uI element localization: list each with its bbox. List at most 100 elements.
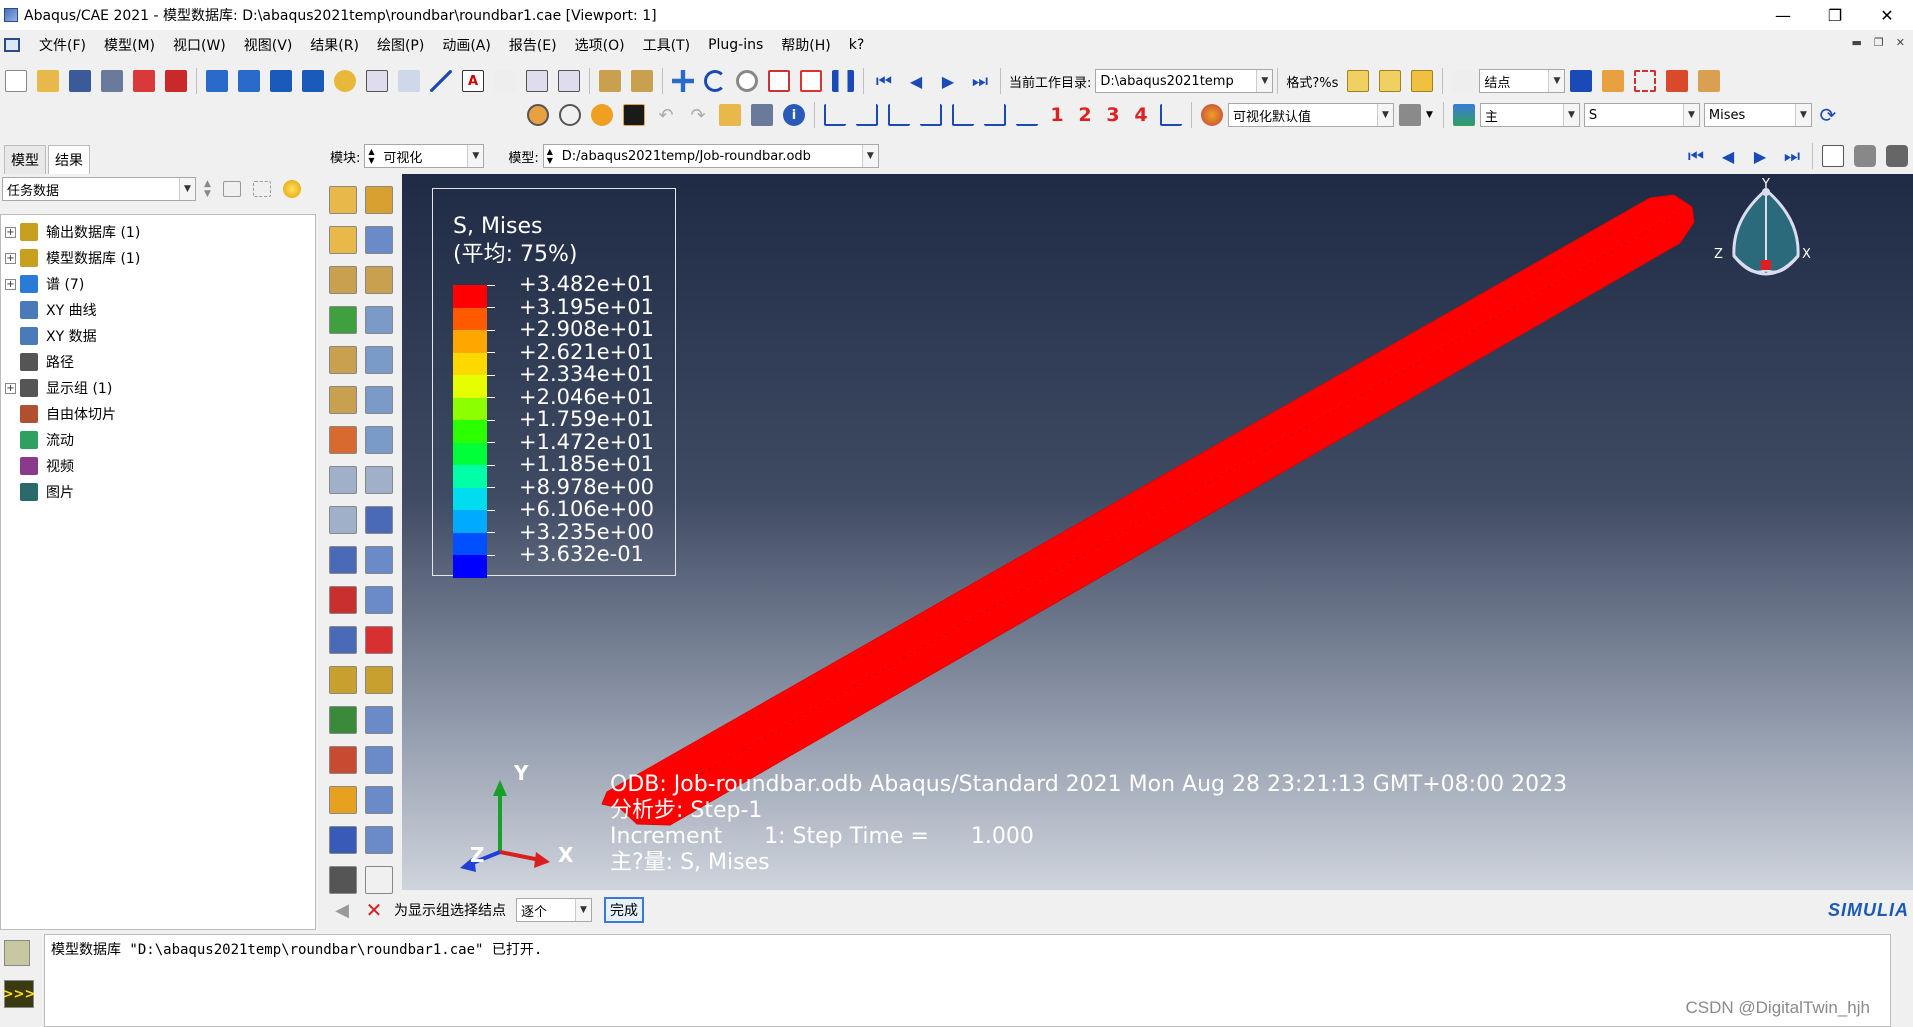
view-zx-button[interactable] <box>949 101 977 129</box>
up-down-arrows-icon[interactable]: ▲ ▼ <box>204 179 211 199</box>
odb-update-button[interactable] <box>162 67 190 95</box>
spinner-icon[interactable]: ▲ ▼ <box>368 147 374 165</box>
toolbox-tool-icon[interactable] <box>329 346 357 374</box>
viewport[interactable]: S, Mises (平均: 75%) +3.482e+01 +3.195e+01 +… <box>402 174 1913 890</box>
view-2-button[interactable]: 2 <box>1071 104 1099 126</box>
tree-item[interactable]: + 模型数据库 (1) <box>1 245 315 271</box>
toolbox-tool-icon[interactable] <box>365 266 393 294</box>
field-output-button[interactable] <box>1450 101 1478 129</box>
toolbox-tool-icon[interactable] <box>365 586 393 614</box>
cube-view-1-button[interactable] <box>1344 67 1372 95</box>
toolbox-tool-icon[interactable] <box>365 506 393 534</box>
viewport-cascade-button[interactable] <box>235 67 263 95</box>
select-boxes-button[interactable] <box>1599 67 1627 95</box>
chevron-down-icon[interactable]: ▼ <box>1548 70 1565 92</box>
toolbox-tool-icon[interactable] <box>329 746 357 774</box>
view-zy-button[interactable] <box>917 101 945 129</box>
tree-item[interactable]: XY 曲线 <box>1 297 315 323</box>
chevron-down-icon[interactable]: ▼ <box>1682 104 1699 126</box>
tree-item[interactable]: 路径 <box>1 349 315 375</box>
measure-button[interactable] <box>628 67 656 95</box>
variable-combo[interactable]: S ▼ <box>1583 103 1700 127</box>
view-1-button[interactable]: 1 <box>1043 104 1071 126</box>
select-box-button[interactable] <box>1695 67 1723 95</box>
view-xz-button[interactable] <box>981 101 1009 129</box>
boolean-union-button[interactable] <box>524 101 552 129</box>
camera-button[interactable] <box>1851 142 1879 170</box>
toolbox-tool-icon[interactable] <box>365 346 393 374</box>
tree-item[interactable]: XY 数据 <box>1 323 315 349</box>
anim-first-button[interactable]: ⏮ <box>1682 142 1710 170</box>
toolbox-tool-icon[interactable] <box>329 866 357 894</box>
new-file-button[interactable] <box>2 67 30 95</box>
toolbox-tool-icon[interactable] <box>329 586 357 614</box>
done-button[interactable]: 完成 <box>604 897 644 923</box>
menu-view[interactable]: 视图(V) <box>235 35 302 55</box>
chevron-down-icon[interactable]: ▼ <box>1377 104 1393 126</box>
viewport-link-button[interactable] <box>331 67 359 95</box>
toolbox-tool-icon[interactable] <box>329 506 357 534</box>
toolbox-tool-icon[interactable] <box>329 626 357 654</box>
toolbox-tool-icon[interactable] <box>329 786 357 814</box>
message-area[interactable]: 模型数据库 "D:\abaqus2021temp\roundbar\roundb… <box>44 934 1891 1027</box>
chevron-down-icon[interactable]: ▼ <box>179 178 195 200</box>
arrow-annotation-button[interactable] <box>395 67 423 95</box>
menu-tools[interactable]: 工具(T) <box>634 35 699 55</box>
viewport-tile-v-button[interactable] <box>299 67 327 95</box>
sync-button[interactable] <box>1819 142 1847 170</box>
zoom-button[interactable] <box>733 67 761 95</box>
toolbox-tool-icon[interactable] <box>329 546 357 574</box>
tool-button[interactable] <box>620 101 648 129</box>
toolbox-tool-icon[interactable] <box>365 306 393 334</box>
redo-button[interactable]: ↷ <box>684 101 712 129</box>
save-button[interactable] <box>66 67 94 95</box>
lightbulb-icon[interactable] <box>282 180 301 198</box>
chevron-down-icon[interactable]: ▼ <box>861 145 878 167</box>
select-mesh-button[interactable] <box>1663 67 1691 95</box>
last-frame-button[interactable]: ⏭ <box>966 67 994 95</box>
boolean-intersect-button[interactable] <box>556 101 584 129</box>
workdir-combo[interactable]: D:\abaqus2021temp ▼ <box>1095 69 1274 93</box>
expand-plus-icon[interactable]: + <box>5 278 16 290</box>
box-zoom-button[interactable] <box>765 67 793 95</box>
cube-view-3-button[interactable] <box>1408 67 1436 95</box>
task-data-combo[interactable]: 任务数据 ▼ <box>2 177 196 201</box>
chevron-down-icon[interactable]: ▼ <box>1426 110 1433 120</box>
toolbox-tool-icon[interactable] <box>329 706 357 734</box>
replace-button[interactable] <box>588 101 616 129</box>
viewport-tile-1-button[interactable] <box>203 67 231 95</box>
open-file-button[interactable] <box>34 67 62 95</box>
toolbox-tool-icon[interactable] <box>329 186 357 214</box>
tab-model[interactable]: 模型 <box>4 145 46 174</box>
undo-button[interactable]: ↶ <box>652 101 680 129</box>
invariant-combo[interactable]: Mises ▼ <box>1703 103 1812 127</box>
menu-animate[interactable]: 动画(A) <box>433 35 500 55</box>
mdi-close-icon[interactable]: ✕ <box>1896 36 1905 49</box>
cube-view-2-button[interactable] <box>1376 67 1404 95</box>
menu-plot[interactable]: 绘图(P) <box>368 35 433 55</box>
query-table-button[interactable] <box>523 67 551 95</box>
pointer-button[interactable] <box>491 67 519 95</box>
menu-plugins[interactable]: Plug-ins <box>699 37 772 53</box>
toolbox-tool-icon[interactable] <box>365 746 393 774</box>
triad-button[interactable] <box>1157 101 1185 129</box>
toolbox-tool-icon[interactable] <box>329 426 357 454</box>
vis-defaults-combo[interactable]: 可视化默认值 ▼ <box>1228 103 1394 127</box>
chevron-down-icon[interactable]: ▼ <box>1562 104 1579 126</box>
line-annotation-button[interactable] <box>427 67 455 95</box>
filter-icon[interactable] <box>252 181 271 197</box>
command-line-icon[interactable]: >>> <box>3 980 35 1008</box>
pan-button[interactable] <box>669 67 697 95</box>
module-combo[interactable]: ▲ ▼ 可视化 ▼ <box>364 144 485 168</box>
view-manager-button[interactable] <box>716 101 744 129</box>
expand-plus-icon[interactable]: + <box>5 382 16 394</box>
folder-up-icon[interactable] <box>222 181 241 197</box>
camera-settings-button[interactable] <box>1883 142 1911 170</box>
minimize-icon[interactable]: — <box>1757 0 1809 30</box>
tab-results[interactable]: 结果 <box>48 145 90 174</box>
restore-icon[interactable]: ❐ <box>1809 0 1861 30</box>
view-4-button[interactable]: 4 <box>1127 104 1155 126</box>
tree-item[interactable]: 图片 <box>1 479 315 505</box>
model-combo[interactable]: ▲ ▼ D:/abaqus2021temp/Job-roundbar.odb ▼ <box>542 144 879 168</box>
vis-defaults-button[interactable] <box>1198 101 1226 129</box>
